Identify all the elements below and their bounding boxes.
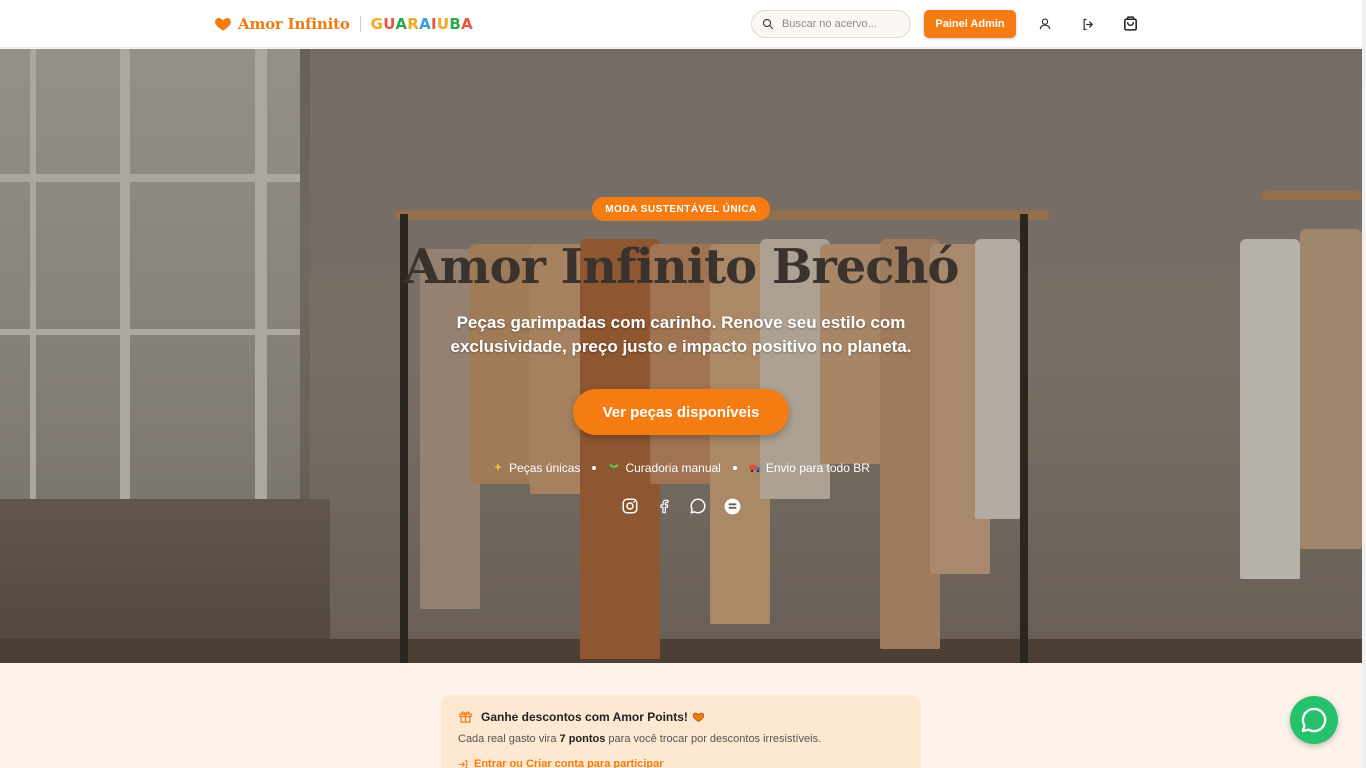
- logo-divider: [359, 16, 361, 32]
- hero-subtitle: Peças garimpadas com carinho. Renove seu…: [450, 313, 912, 356]
- feature-unique-pieces: Peças únicas: [492, 461, 580, 475]
- whatsapp-button[interactable]: [1290, 696, 1338, 744]
- logout-icon[interactable]: [1078, 14, 1098, 34]
- login-signup-link[interactable]: Entrar ou Criar conta para participar: [458, 758, 904, 768]
- feature-curation: Curadoria manual: [608, 461, 721, 475]
- hero-banner: MODA SUSTENTÁVEL ÚNICA Amor Infinito Bre…: [0, 49, 1362, 663]
- store-icon[interactable]: [722, 496, 742, 516]
- user-icon[interactable]: [1035, 14, 1055, 34]
- chat-icon[interactable]: [688, 496, 708, 516]
- amor-points-card: Ganhe descontos com Amor Points! Cada re…: [441, 695, 921, 768]
- login-icon: [458, 759, 468, 768]
- cart-icon[interactable]: [1120, 13, 1140, 33]
- heart-icon: [692, 712, 705, 722]
- social-links: [620, 496, 742, 516]
- search-box[interactable]: [751, 10, 911, 38]
- points-description: Cada real gasto vira 7 pontos para você …: [458, 733, 822, 745]
- search-icon: [762, 18, 774, 30]
- search-input[interactable]: [782, 18, 902, 30]
- feature-shipping: Envio para todo BR: [749, 461, 870, 475]
- facebook-icon[interactable]: [654, 496, 674, 516]
- admin-panel-button[interactable]: Painel Admin: [924, 10, 1016, 38]
- brand-name: Amor Infinito: [238, 15, 350, 33]
- view-pieces-button[interactable]: Ver peças disponíveis: [573, 389, 789, 435]
- heart-icon: [215, 18, 231, 31]
- hero-title: Amor Infinito Brechó: [403, 239, 960, 295]
- truck-icon: [749, 465, 761, 473]
- partner-logo-guaraiuba: GUARAIUBA: [370, 15, 474, 33]
- sparkles-icon: [494, 463, 503, 471]
- seedling-icon: [609, 464, 619, 473]
- page-scrollbar[interactable]: [1362, 0, 1366, 768]
- points-title: Ganhe descontos com Amor Points!: [481, 709, 688, 724]
- logo-link[interactable]: Amor Infinito GUARAIUBA: [214, 13, 473, 35]
- whatsapp-icon: [1301, 707, 1327, 733]
- top-navbar: Amor Infinito GUARAIUBA Painel Admin: [0, 0, 1362, 48]
- instagram-icon[interactable]: [620, 496, 640, 516]
- hero-badge: MODA SUSTENTÁVEL ÚNICA: [592, 197, 770, 221]
- gift-icon: [459, 711, 472, 723]
- hero-features: Peças únicas Curadoria manual Envio para…: [380, 461, 982, 475]
